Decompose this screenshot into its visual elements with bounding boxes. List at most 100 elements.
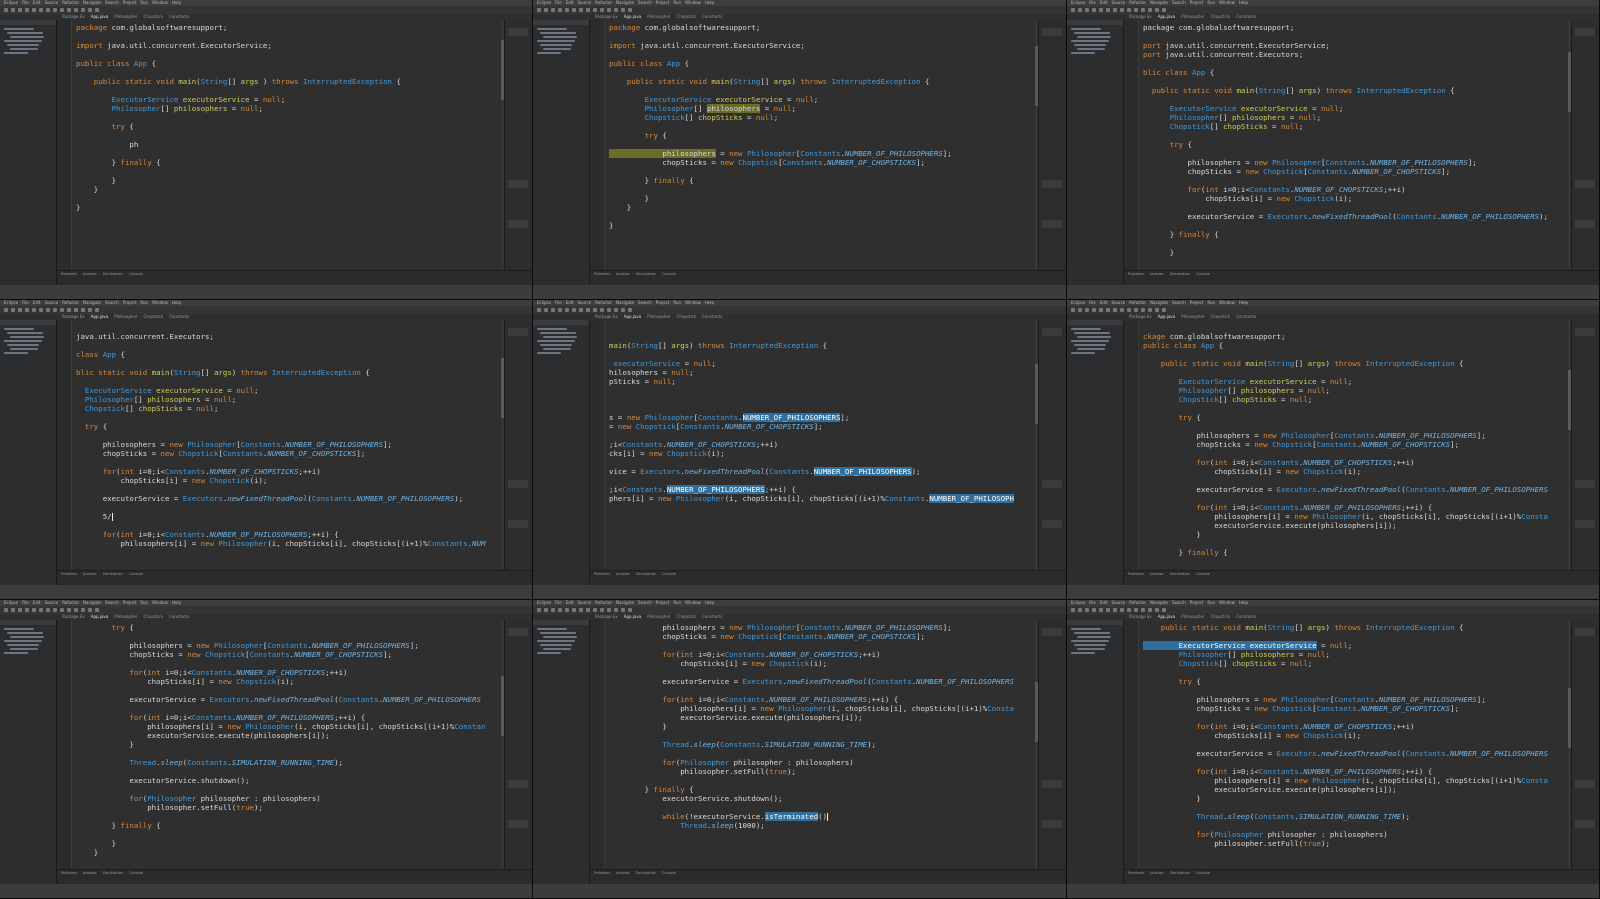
code-area[interactable]: 1package com.globalsoftwaresupport;23por… [1139, 20, 1571, 271]
toolbar-icon[interactable] [1099, 608, 1103, 612]
bottom-tab-problems[interactable]: Problems [594, 571, 610, 577]
toolbar-icon[interactable] [95, 608, 99, 612]
toolbar-icon[interactable] [621, 8, 625, 12]
toolbar-icon[interactable] [558, 308, 562, 312]
tree-item[interactable] [540, 44, 572, 46]
tree-item[interactable] [1074, 332, 1110, 334]
toolbar-icon[interactable] [628, 8, 632, 12]
tree-item[interactable] [1077, 48, 1105, 50]
tree-item[interactable] [1074, 32, 1110, 34]
toolbar-icon[interactable] [607, 8, 611, 12]
bottom-tab-problems[interactable]: Problems [594, 870, 610, 876]
toolbar-icon[interactable] [1106, 8, 1110, 12]
outline-item[interactable] [1575, 780, 1595, 788]
toolbar-icon[interactable] [614, 8, 618, 12]
toolbar-icon[interactable] [1155, 308, 1159, 312]
toolbar-icon[interactable] [579, 308, 583, 312]
toolbar-icon[interactable] [558, 8, 562, 12]
code-area[interactable]: 1package com.globalsoftwaresupport;23imp… [605, 20, 1038, 271]
tree-item[interactable] [4, 352, 28, 354]
toolbar-icon[interactable] [1127, 308, 1131, 312]
tree-item[interactable] [540, 644, 572, 646]
toolbar-icon[interactable] [593, 8, 597, 12]
tree-item[interactable] [543, 48, 571, 50]
toolbar-icon[interactable] [60, 308, 64, 312]
bottom-tab-problems[interactable]: Problems [61, 870, 77, 876]
toolbar-icon[interactable] [614, 308, 618, 312]
toolbar-icon[interactable] [4, 8, 8, 12]
bottom-tab-javadoc[interactable]: Javadoc [616, 271, 630, 277]
tree-item[interactable] [10, 348, 38, 350]
tree-item[interactable] [537, 640, 575, 642]
tree-item[interactable] [537, 40, 575, 42]
tree-item[interactable] [1077, 336, 1111, 338]
toolbar-icon[interactable] [67, 608, 71, 612]
bottom-tab-console[interactable]: Console [129, 870, 143, 876]
toolbar-icon[interactable] [39, 8, 43, 12]
outline-item[interactable] [1575, 28, 1595, 36]
outline-item[interactable] [508, 220, 528, 228]
tree-item[interactable] [1071, 652, 1095, 654]
toolbar-icon[interactable] [1134, 308, 1138, 312]
toolbar-icon[interactable] [586, 8, 590, 12]
tree-item[interactable] [537, 652, 561, 654]
tree-item[interactable] [540, 332, 576, 334]
toolbar-icon[interactable] [586, 308, 590, 312]
tree-item[interactable] [1071, 628, 1101, 630]
toolbar-icon[interactable] [565, 8, 569, 12]
toolbar-icon[interactable] [1148, 8, 1152, 12]
toolbar-icon[interactable] [621, 608, 625, 612]
toolbar-icon[interactable] [1127, 8, 1131, 12]
toolbar-icon[interactable] [1078, 308, 1082, 312]
outline-item[interactable] [1042, 180, 1062, 188]
outline-item[interactable] [1042, 480, 1062, 488]
tree-item[interactable] [1071, 28, 1101, 30]
toolbar-icon[interactable] [544, 8, 548, 12]
tree-item[interactable] [7, 44, 39, 46]
toolbar-icon[interactable] [74, 608, 78, 612]
tree-item[interactable] [10, 648, 38, 650]
toolbar-icon[interactable] [537, 608, 541, 612]
toolbar-icon[interactable] [74, 308, 78, 312]
toolbar-icon[interactable] [11, 8, 15, 12]
toolbar-icon[interactable] [1071, 308, 1075, 312]
toolbar-icon[interactable] [60, 8, 64, 12]
toolbar-icon[interactable] [1155, 608, 1159, 612]
outline-item[interactable] [508, 180, 528, 188]
toolbar-icon[interactable] [1078, 8, 1082, 12]
toolbar-icon[interactable] [1162, 8, 1166, 12]
tree-item[interactable] [537, 28, 567, 30]
outline-item[interactable] [1575, 820, 1595, 828]
toolbar-icon[interactable] [1155, 8, 1159, 12]
outline-item[interactable] [1575, 520, 1595, 528]
toolbar-icon[interactable] [1099, 308, 1103, 312]
bottom-tab-declaration[interactable]: Declaration [636, 870, 656, 876]
outline-item[interactable] [1042, 28, 1062, 36]
tree-item[interactable] [537, 340, 575, 342]
bottom-tab-javadoc[interactable]: Javadoc [1150, 271, 1164, 277]
code-area[interactable]: 567main(String[] args) throws Interrupte… [605, 320, 1038, 571]
tree-item[interactable] [10, 336, 44, 338]
toolbar-icon[interactable] [1085, 8, 1089, 12]
tree-item[interactable] [540, 32, 576, 34]
bottom-tab-declaration[interactable]: Declaration [103, 870, 123, 876]
outline-item[interactable] [508, 520, 528, 528]
toolbar-icon[interactable] [537, 308, 541, 312]
toolbar-icon[interactable] [565, 308, 569, 312]
toolbar-icon[interactable] [572, 8, 576, 12]
code-area[interactable]: 14 try {1516 philosophers = new Philosop… [72, 620, 504, 870]
bottom-tab-problems[interactable]: Problems [1128, 571, 1144, 577]
outline-item[interactable] [508, 820, 528, 828]
outline-item[interactable] [508, 480, 528, 488]
tree-item[interactable] [10, 636, 44, 638]
bottom-tab-console[interactable]: Console [662, 571, 676, 577]
toolbar-icon[interactable] [551, 608, 555, 612]
toolbar-icon[interactable] [628, 608, 632, 612]
toolbar-icon[interactable] [53, 608, 57, 612]
code-editor[interactable]: java.util.concurrent.Executors;6class Ap… [57, 320, 504, 571]
toolbar-icon[interactable] [593, 308, 597, 312]
tree-item[interactable] [4, 628, 34, 630]
bottom-tab-console[interactable]: Console [662, 271, 676, 277]
tree-item[interactable] [537, 52, 561, 54]
toolbar-icon[interactable] [1071, 8, 1075, 12]
